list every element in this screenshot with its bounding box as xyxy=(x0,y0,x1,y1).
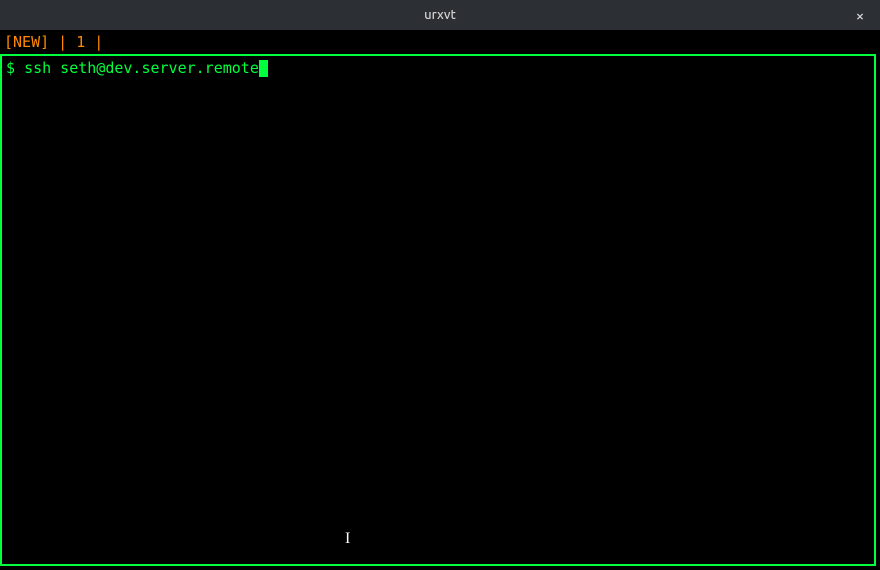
tmux-status-line: [NEW] | 1 | xyxy=(0,30,880,52)
window-titlebar: urxvt × xyxy=(0,0,880,30)
status-window-number: 1 xyxy=(76,33,85,51)
close-icon[interactable]: × xyxy=(850,5,870,25)
cursor-block-icon xyxy=(259,60,268,77)
tmux-active-pane[interactable]: $ ssh seth@dev.server.remote xyxy=(0,54,876,566)
terminal-area[interactable]: [NEW] | 1 | $ ssh seth@dev.server.remote… xyxy=(0,30,880,570)
status-new-label: [NEW] xyxy=(4,33,49,51)
command-input[interactable]: ssh seth@dev.server.remote xyxy=(24,58,259,78)
prompt-symbol: $ xyxy=(6,58,24,78)
status-separator-2: | xyxy=(85,33,103,51)
window-title: urxvt xyxy=(424,8,456,22)
status-separator: | xyxy=(49,33,76,51)
shell-prompt-line[interactable]: $ ssh seth@dev.server.remote xyxy=(6,58,870,78)
